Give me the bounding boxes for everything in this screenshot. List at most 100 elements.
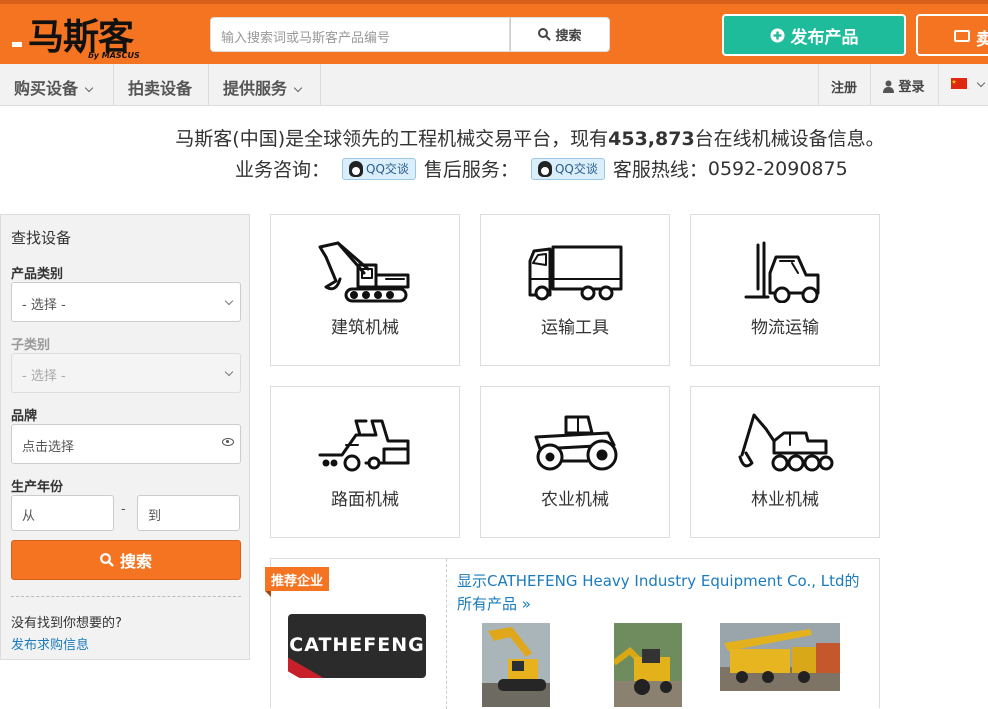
eye-icon [222, 438, 234, 446]
category-name: 物流运输 [751, 318, 819, 338]
subcategory-label: 子类别 [11, 338, 51, 353]
main-nav: 购买设备 拍卖设备 提供服务 注册 登录 [0, 64, 988, 106]
company-logo[interactable]: CATHEFENG [288, 614, 426, 678]
nav-item-label: 提供服务 [223, 79, 288, 98]
year-from-input[interactable]: 从 [11, 495, 114, 531]
category-name: 建筑机械 [331, 318, 399, 338]
intro-text: 马斯客(中国)是全球领先的工程机械交易平台，现有 [175, 128, 609, 150]
excavator-icon [318, 241, 410, 303]
featured-company-card: 推荐企业 CATHEFENG 显示CATHEFENG Heavy Industr… [265, 558, 880, 709]
category-tile-logistics[interactable]: 物流运输 [690, 214, 880, 366]
qq-chat-button[interactable]: QQ交谈 [530, 157, 605, 180]
logo-mark [12, 42, 22, 47]
truck-crane-photo [720, 623, 840, 691]
nav-item-buy[interactable]: 购买设备 [0, 64, 114, 106]
publish-button-label: 发布产品 [790, 27, 859, 48]
qq-penguin-icon [349, 160, 364, 177]
qq-chat-button[interactable]: QQ交谈 [342, 157, 416, 180]
intro-line: 马斯客(中国)是全球领先的工程机械交易平台，现有453,873台在线机械设备信息… [0, 124, 988, 151]
search-icon [538, 28, 552, 41]
logo-by-text: by MASCUS [88, 51, 140, 60]
product-thumbnail[interactable] [720, 623, 840, 691]
divider [446, 559, 447, 709]
category-tile-road[interactable]: 路面机械 [270, 386, 460, 538]
plus-circle-icon [770, 28, 784, 42]
hotline-label: 客服热线： [612, 159, 708, 181]
qq-penguin-icon [537, 160, 552, 177]
year-label: 生产年份 [11, 480, 64, 495]
login-link[interactable]: 登录 [870, 64, 938, 106]
chevron-down-icon [224, 296, 234, 306]
register-link[interactable]: 注册 [818, 64, 870, 106]
product-thumbnail[interactable] [482, 623, 550, 707]
search-input[interactable]: 输入搜索词或马斯客产品编号 [210, 17, 510, 52]
post-request-link[interactable]: 发布求购信息 [11, 634, 89, 653]
category-tile-transport[interactable]: 运输工具 [480, 214, 670, 366]
brand-label: 品牌 [11, 409, 38, 424]
publish-product-button[interactable]: 发布产品 [722, 14, 906, 56]
category-name: 路面机械 [331, 490, 399, 510]
forestry-machine-icon [738, 413, 834, 472]
category-name: 农业机械 [541, 490, 609, 510]
category-name: 运输工具 [541, 318, 609, 338]
year-separator: - [121, 502, 126, 517]
category-tile-agriculture[interactable]: 农业机械 [480, 386, 670, 538]
china-flag-icon [951, 78, 967, 89]
backhoe-loader-photo [614, 623, 682, 707]
listing-count: 453,873 [608, 128, 695, 150]
nav-item-services[interactable]: 提供服务 [209, 64, 321, 106]
search-button-label: 搜索 [555, 29, 582, 44]
category-tile-construction[interactable]: 建筑机械 [270, 214, 460, 366]
product-thumbnail[interactable] [614, 623, 682, 707]
category-select[interactable]: - 选择 - [11, 282, 241, 322]
chevron-down-icon [84, 83, 94, 93]
language-selector[interactable] [938, 64, 988, 106]
category-tile-forestry[interactable]: 林业机械 [690, 386, 880, 538]
panel-heading: 查找设备 [11, 229, 72, 247]
category-name: 林业机械 [751, 490, 819, 510]
sell-button-label: 卖 [976, 30, 988, 50]
nav-item-label: 购买设备 [14, 79, 79, 98]
tractor-icon [534, 415, 618, 471]
chevron-down-icon [293, 83, 303, 93]
chevron-down-icon [976, 78, 985, 88]
forklift-icon [744, 241, 820, 303]
hotline-number: 0592-2090875 [707, 157, 848, 180]
sidebar-search-button[interactable]: 搜索 [11, 540, 241, 580]
category-select-value: - 选择 - [22, 298, 66, 313]
company-logo-text: CATHEFENG [289, 634, 425, 656]
search-button[interactable]: 搜索 [510, 17, 610, 52]
subcategory-select[interactable]: - 选择 - [11, 353, 241, 393]
nav-item-auction[interactable]: 拍卖设备 [114, 64, 209, 106]
intro-suffix: 台在线机械设备信息。 [694, 128, 885, 150]
not-found-text: 没有找到你想要的? [11, 616, 122, 631]
login-label: 登录 [898, 80, 925, 95]
user-icon [883, 80, 894, 93]
category-label: 产品类别 [11, 267, 64, 282]
year-to-input[interactable]: 到 [137, 495, 240, 531]
nav-item-label: 拍卖设备 [128, 79, 193, 98]
truck-icon [528, 245, 623, 301]
briefcase-icon [954, 30, 970, 42]
sell-button[interactable]: 卖 [916, 14, 988, 56]
chevron-down-icon [224, 367, 234, 377]
excavator-photo [482, 623, 550, 707]
after-sales-label: 售后服务： [423, 159, 519, 181]
logo-stripe [288, 655, 337, 678]
mascus-logo[interactable]: 马斯客 by MASCUS [12, 8, 152, 64]
divider [11, 596, 241, 597]
sidebar-search-label: 搜索 [119, 552, 152, 571]
top-header: 马斯客 by MASCUS 输入搜索词或马斯客产品编号 搜索 发布产品 卖 [0, 0, 988, 64]
show-all-products-link[interactable]: 显示CATHEFENG Heavy Industry Equipment Co.… [457, 570, 867, 616]
qq-chat-label: QQ交谈 [554, 162, 598, 176]
contact-line: 业务咨询： QQ交谈 售后服务： QQ交谈 客服热线： 0592-2090875 [235, 155, 848, 182]
brand-picker-value: 点击选择 [22, 440, 75, 455]
subcategory-select-value: - 选择 - [22, 369, 66, 384]
business-consult-label: 业务咨询： [235, 159, 331, 181]
qq-chat-label: QQ交谈 [366, 162, 409, 176]
search-icon [100, 553, 114, 567]
find-equipment-panel: 查找设备 产品类别 - 选择 - 子类别 - 选择 - 品牌 点击选择 生产年份… [0, 214, 250, 660]
brand-picker[interactable]: 点击选择 [11, 424, 241, 464]
featured-tag: 推荐企业 [265, 567, 330, 597]
road-roller-icon [318, 419, 410, 472]
